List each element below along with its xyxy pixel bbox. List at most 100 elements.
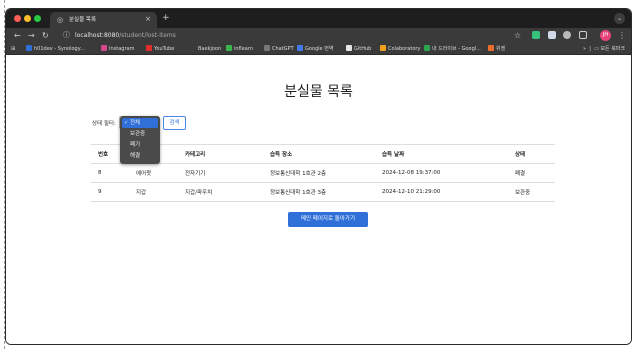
bookmark-label: 위젠 [496, 46, 506, 52]
option-label: 해결 [130, 153, 141, 159]
maximize-window-button[interactable] [34, 15, 41, 22]
option-label: 폐기 [130, 142, 141, 148]
bookmark-0[interactable]: h01dev - Synology... [26, 45, 85, 53]
all-bookmarks[interactable]: » | ▭ 모든 북마크 [583, 45, 625, 53]
side-panel-icon[interactable] [579, 31, 587, 39]
bookmark-label: YouTube [154, 46, 175, 52]
avatar[interactable]: JH [600, 30, 611, 41]
bookmark-favicon [380, 45, 386, 51]
apps-grid-icon[interactable]: ⊞ [11, 45, 15, 53]
status-dropdown-menu: ✓ 전체 보관중 폐기 해결 [120, 116, 160, 164]
page-title: 분실물 목록 [284, 84, 353, 100]
all-bookmarks-label: 모든 북마크 [600, 46, 625, 52]
dropdown-option-resolved[interactable]: 해결 [122, 151, 158, 161]
site-info-icon[interactable]: ⓘ [63, 30, 70, 41]
header-date: 습득 날짜 [375, 144, 508, 164]
table-row: 8 에어팟 전자기기 정보통신대학 1호관 2층 2024-12-08 19:3… [91, 163, 555, 183]
globe-icon: ◎ [57, 16, 64, 24]
bookmark-7[interactable]: GitHub [346, 45, 371, 53]
menu-icon[interactable]: ⋮ [618, 30, 626, 41]
bookmark-3[interactable]: Baekjoon [190, 45, 221, 53]
bookmark-favicon [190, 45, 196, 51]
extension-icon[interactable] [548, 31, 556, 39]
cell-item-name: 에어팟 [129, 163, 178, 183]
bookmarks-bar: ⊞ h01dev - Synology... Instagram YouTube… [6, 43, 631, 55]
bookmark-label: Colaboratory [388, 46, 421, 52]
bookmark-label: inflearn [234, 46, 253, 52]
bookmark-10[interactable]: 위젠 [488, 45, 505, 53]
dropdown-option-stored[interactable]: 보관중 [122, 129, 158, 139]
cell-status: 폐결 [508, 163, 555, 183]
url-host: localhost:8080 [75, 32, 120, 39]
minimize-window-button[interactable] [24, 15, 31, 22]
dropdown-option-disposed[interactable]: 폐기 [122, 140, 158, 150]
close-icon[interactable]: × [145, 15, 151, 24]
bookmark-2[interactable]: YouTube [146, 45, 174, 53]
url-text: localhost:8080/student/lost-items [75, 30, 176, 41]
bookmark-favicon [297, 45, 303, 51]
cell-location: 정보통신대학 1호관 3층 [263, 182, 375, 202]
bookmark-1[interactable]: Instagram [101, 45, 134, 53]
header-status: 상태 [508, 144, 555, 164]
bookmark-label: ChatGPT [272, 46, 294, 52]
header-location: 습득 장소 [263, 144, 375, 164]
cell-status: 보관중 [508, 182, 555, 202]
bookmark-4[interactable]: inflearn [226, 45, 253, 53]
bookmark-favicon [424, 45, 430, 51]
bookmark-label: Google 번역 [305, 46, 334, 52]
cell-category: 지갑/파우치 [178, 182, 263, 202]
forward-icon[interactable]: → [28, 30, 35, 41]
dropdown-option-all[interactable]: ✓ 전체 [122, 118, 158, 128]
bookmark-favicon [146, 45, 152, 51]
cell-category: 전자기기 [178, 163, 263, 183]
bookmark-favicon [101, 45, 107, 51]
tab-title: 분실물 목록 [69, 17, 97, 23]
bookmark-label: GitHub [354, 46, 372, 52]
reload-icon[interactable]: ↻ [42, 30, 49, 41]
search-button[interactable]: 검색 [163, 116, 186, 130]
cell-location: 정보통신대학 1호관 2층 [263, 163, 375, 183]
back-to-main-button[interactable]: 메인 페이지로 돌아가기 [288, 212, 368, 227]
bookmark-favicon [226, 45, 232, 51]
tab-lost-items[interactable]: ◎ 분실물 목록 × [50, 12, 157, 28]
bookmark-favicon [488, 45, 494, 51]
bookmark-6[interactable]: Google 번역 [297, 45, 333, 53]
bookmark-label: 내 드라이브 - Googl... [432, 46, 481, 52]
header-category: 카테고리 [178, 144, 263, 164]
bookmark-star-icon[interactable]: ☆ [514, 30, 521, 41]
check-icon: ✓ [124, 120, 129, 126]
bookmark-favicon [26, 45, 32, 51]
cell-date: 2024-12-10 21:29:00 [375, 182, 508, 202]
toolbar: ← → ↻ ⓘ localhost:8080/student/lost-item… [6, 28, 631, 43]
chevron-down-icon[interactable]: ⌄ [614, 13, 625, 24]
browser-window: ◎ 분실물 목록 × + ⌄ ← → ↻ ⓘ localhost:8080/st… [5, 8, 632, 345]
bookmark-8[interactable]: Colaboratory [380, 45, 420, 53]
extension-shield-icon[interactable] [532, 31, 540, 39]
back-icon[interactable]: ← [14, 30, 21, 41]
url-path: /student/lost-items [119, 32, 176, 39]
new-tab-button[interactable]: + [162, 13, 170, 23]
cell-item-name: 지갑 [129, 182, 178, 202]
bookmark-favicon [346, 45, 352, 51]
filter-label: 상태 필터: [92, 121, 116, 127]
lost-items-table: 번호 분실물명 카테고리 습득 장소 습득 날짜 상태 8 에어팟 전자기기 정… [91, 144, 555, 202]
screen: ◎ 분실물 목록 × + ⌄ ← → ↻ ⓘ localhost:8080/st… [0, 0, 635, 349]
cell-number: 9 [91, 182, 129, 202]
bookmark-9[interactable]: 내 드라이브 - Googl... [424, 45, 481, 53]
extensions-puzzle-icon[interactable] [563, 31, 571, 39]
bookmark-label: Instagram [109, 46, 135, 52]
option-label: 전체 [130, 120, 141, 126]
bookmark-label: Baekjoon [198, 46, 222, 52]
close-window-button[interactable] [14, 15, 21, 22]
chevron-right-icon: » | ▭ [582, 46, 601, 52]
table-row: 9 지갑 지갑/파우치 정보통신대학 1호관 3층 2024-12-10 21:… [91, 182, 555, 202]
table-header-row: 번호 분실물명 카테고리 습득 장소 습득 날짜 상태 [91, 144, 555, 164]
cell-number: 8 [91, 163, 129, 183]
bookmark-favicon [264, 45, 270, 51]
address-bar[interactable]: ⓘ localhost:8080/student/lost-items [60, 30, 510, 41]
cell-date: 2024-12-08 19:37:00 [375, 163, 508, 183]
tab-bar: ◎ 분실물 목록 × + ⌄ [6, 9, 631, 28]
bookmark-5[interactable]: ChatGPT [264, 45, 294, 53]
option-label: 보관중 [130, 131, 146, 137]
page-content: 분실물 목록 상태 필터: 검색 번호 분실물명 카테고리 습득 장소 습득 날… [6, 56, 631, 344]
